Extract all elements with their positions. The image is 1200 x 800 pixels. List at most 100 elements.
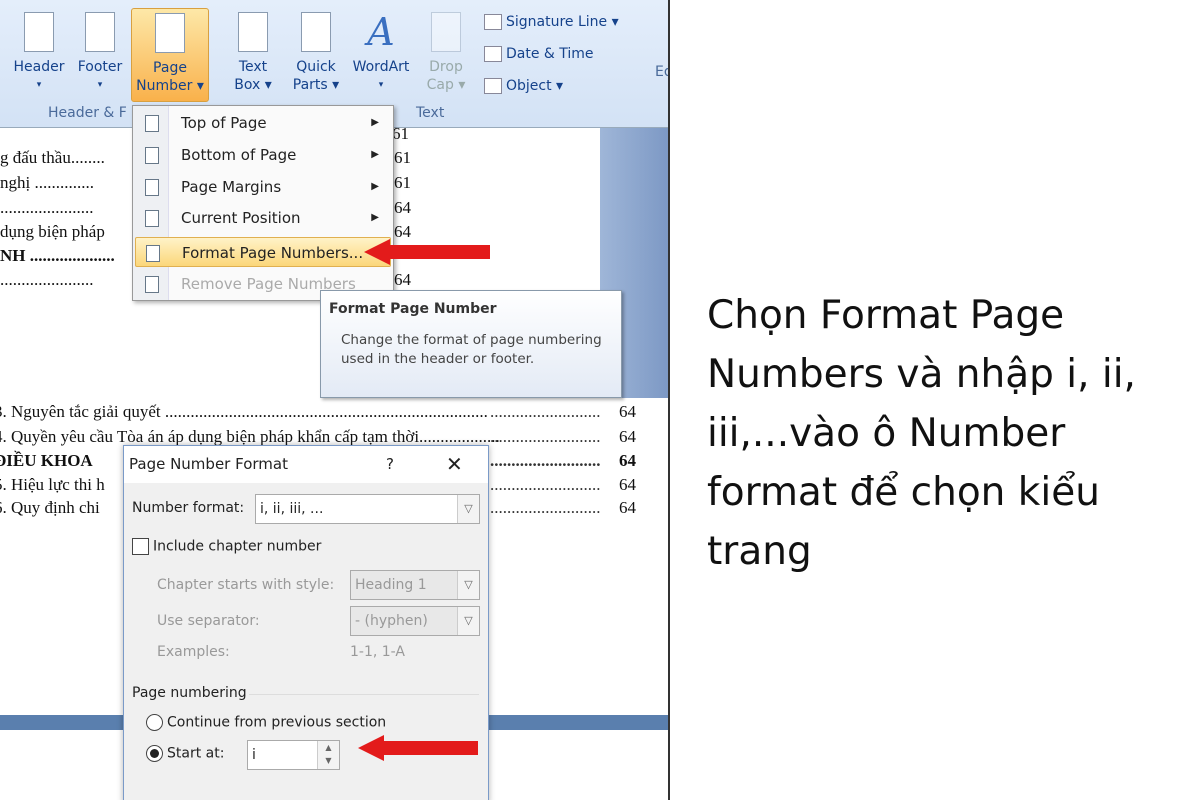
chevron-down-icon: ▽ <box>457 571 479 599</box>
header-button[interactable]: Header ▾ <box>10 8 68 94</box>
tooltip-body: Change the format of page numbering used… <box>341 332 602 367</box>
tooltip: Format Page Number Change the format of … <box>320 290 622 398</box>
group-header-footer: Header & F <box>48 105 127 121</box>
separator-select[interactable]: - (hyphen) ▽ <box>350 606 480 636</box>
chevron-down-icon: ▽ <box>457 607 479 635</box>
date-time-button[interactable]: Date & Time <box>484 46 594 62</box>
toc-page: 64 <box>619 475 636 494</box>
include-chapter-checkbox[interactable]: Include chapter number <box>132 538 321 555</box>
wordart-icon: A <box>367 10 395 54</box>
red-arrow-icon <box>364 239 490 265</box>
toc-line: 4. Quyền yêu cầu Tòa án áp dụng biện phá… <box>0 427 500 446</box>
start-at-radio[interactable]: Start at: <box>146 745 224 762</box>
toc-page: 64 <box>619 427 636 446</box>
toc-line: ...................... <box>0 198 94 217</box>
word-screenshot: Header ▾ Footer ▾ Page Number ▾ Text Box ▾ Q… <box>0 0 670 800</box>
quick-parts-icon <box>301 12 331 52</box>
menu-item-label: Current Position <box>181 209 301 227</box>
group-editing: Ed <box>655 64 668 80</box>
examples-label: Examples: <box>157 644 230 660</box>
toc-page: 64 <box>619 402 636 421</box>
chevron-right-icon: ▶ <box>371 181 379 192</box>
menu-item-label: Bottom of Page <box>181 146 297 164</box>
include-chapter-label: Include chapter number <box>153 538 322 555</box>
drop-cap-button[interactable]: Drop Cap ▾ <box>420 8 472 94</box>
toc-page: 61 <box>394 148 411 167</box>
number-format-label: Number format: <box>132 500 245 516</box>
page-number-icon <box>155 13 185 53</box>
red-arrow-icon <box>358 735 478 761</box>
toc-leader: .......................... <box>490 451 601 470</box>
menu-item-page-margins[interactable]: Page Margins ▶ <box>135 172 391 202</box>
toc-line: 5. Hiệu lực thi h <box>0 475 105 494</box>
text-box-icon <box>238 12 268 52</box>
toc-page: 64 <box>394 270 411 289</box>
toc-line: dụng biện pháp <box>0 222 105 241</box>
toc-leader: .......................... <box>490 475 601 494</box>
separator-value: - (hyphen) <box>355 613 428 629</box>
toc-line: g đấu thầu........ <box>0 148 105 167</box>
caption-text: Chọn Format Page Numbers và nhập i, ii, … <box>707 293 1136 574</box>
footer-button[interactable]: Footer ▾ <box>72 8 128 94</box>
divider <box>249 694 479 695</box>
toc-line: NH .................... <box>0 246 115 265</box>
signature-line-button[interactable]: Signature Line ▾ <box>484 14 619 30</box>
header-icon <box>24 12 54 52</box>
help-button[interactable]: ? <box>386 446 394 483</box>
menu-item-bottom-of-page[interactable]: Bottom of Page ▶ <box>135 140 391 170</box>
chapter-style-value: Heading 1 <box>355 577 427 593</box>
toc-page: 61 <box>392 124 409 143</box>
toc-page: 64 <box>619 451 636 470</box>
page-number-menu: Top of Page ▶ Bottom of Page ▶ Page Margins ▶… <box>132 105 394 301</box>
continue-radio[interactable]: Continue from previous section <box>146 714 386 731</box>
footer-icon <box>85 12 115 52</box>
page-number-button[interactable]: Page Number ▾ <box>131 8 209 102</box>
menu-item-top-of-page[interactable]: Top of Page ▶ <box>135 108 391 138</box>
number-format-value: i, ii, iii, ... <box>260 501 324 517</box>
toc-page: 61 <box>394 173 411 192</box>
menu-item-current-position[interactable]: Current Position ▶ <box>135 203 391 233</box>
toc-leader: .......................... <box>490 498 601 517</box>
chapter-style-select[interactable]: Heading 1 ▽ <box>350 570 480 600</box>
object-icon <box>484 78 502 94</box>
wordart-button[interactable]: A WordArt ▾ <box>346 8 416 94</box>
menu-item-label: Top of Page <box>181 114 267 132</box>
toc-leader: .......................... <box>490 427 601 446</box>
chevron-right-icon: ▶ <box>371 212 379 223</box>
signature-icon <box>484 14 502 30</box>
chevron-right-icon: ▶ <box>371 149 379 160</box>
examples-value: 1-1, 1-A <box>350 644 405 660</box>
toc-page: 64 <box>394 198 411 217</box>
checkbox-box <box>132 538 149 555</box>
text-box-button[interactable]: Text Box ▾ <box>225 8 281 94</box>
toc-page: 64 <box>619 498 636 517</box>
page-bottom-icon <box>145 147 159 164</box>
dialog-titlebar: Page Number Format ? ✕ <box>124 446 488 483</box>
start-at-value: i <box>252 747 256 763</box>
toc-leader: .......................... <box>490 402 601 421</box>
start-at-label: Start at: <box>167 745 225 762</box>
toc-line: nghị .............. <box>0 173 94 192</box>
dialog-title: Page Number Format <box>129 455 288 473</box>
object-button[interactable]: Object ▾ <box>484 78 563 94</box>
start-at-input[interactable]: i ▲ ▼ <box>247 740 340 770</box>
format-page-numbers-icon <box>146 245 160 262</box>
radio-circle <box>146 745 163 762</box>
page-top-icon <box>145 115 159 132</box>
page-numbering-label: Page numbering <box>132 685 247 701</box>
chapter-style-label: Chapter starts with style: <box>157 577 335 593</box>
toc-line: 6. Quy định chi <box>0 498 100 517</box>
menu-item-format-page-numbers[interactable]: Format Page Numbers... <box>135 237 391 267</box>
number-format-select[interactable]: i, ii, iii, ... ▽ <box>255 494 480 524</box>
toc-line: 3. Nguyên tắc giải quyết ...............… <box>0 402 488 421</box>
group-text: Text <box>416 105 445 121</box>
quick-parts-button[interactable]: Quick Parts ▾ <box>288 8 344 94</box>
chevron-down-icon: ▽ <box>457 495 479 523</box>
close-button[interactable]: ✕ <box>446 446 463 483</box>
calendar-icon <box>484 46 502 62</box>
radio-circle <box>146 714 163 731</box>
spinner-icon[interactable]: ▲ ▼ <box>317 741 339 769</box>
toc-line: ĐIỀU KHOA <box>0 451 93 470</box>
toc-line: ...................... <box>0 270 94 289</box>
current-position-icon <box>145 210 159 227</box>
